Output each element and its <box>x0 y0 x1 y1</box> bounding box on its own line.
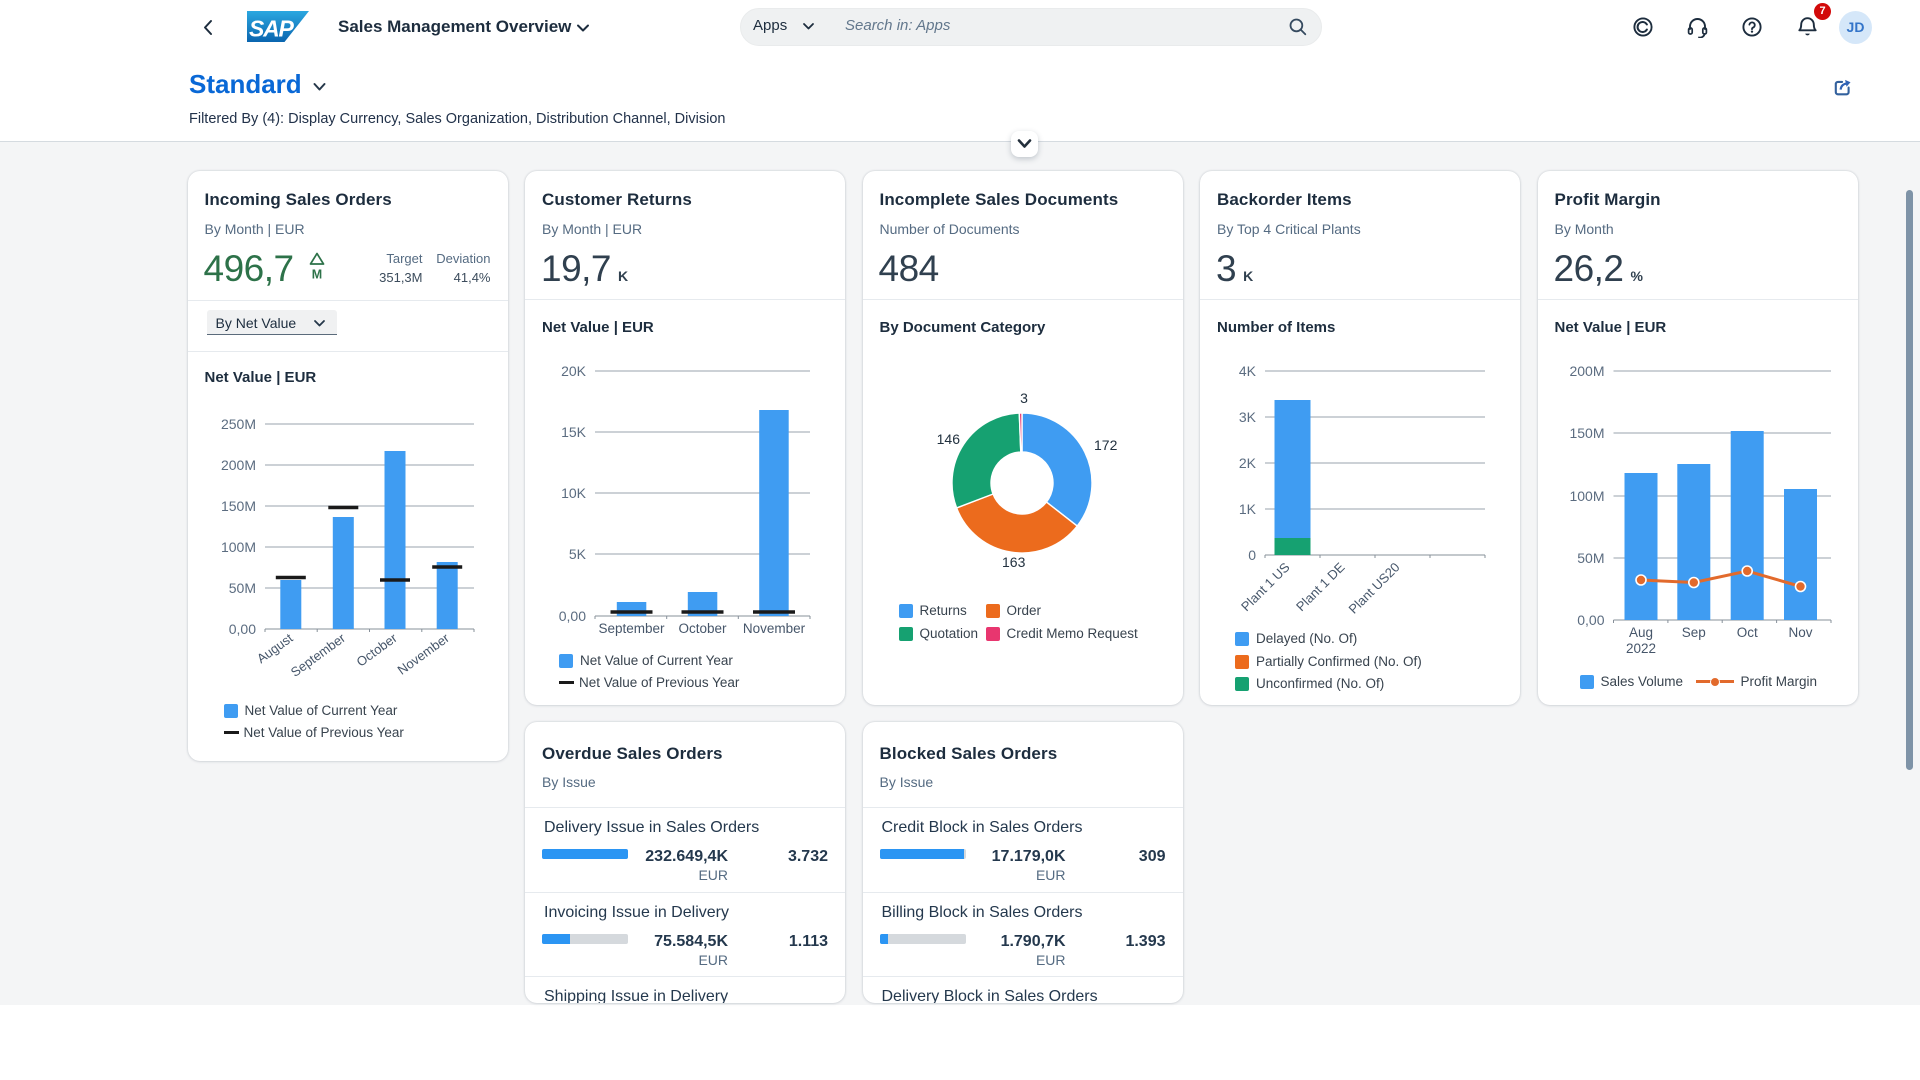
svg-text:Plant 1 US: Plant 1 US <box>1238 559 1293 614</box>
svg-text:Sep: Sep <box>1681 625 1705 640</box>
svg-text:146: 146 <box>936 431 960 447</box>
svg-text:15K: 15K <box>561 424 587 440</box>
svg-text:August: August <box>253 630 295 666</box>
svg-text:100M: 100M <box>1569 488 1604 504</box>
svg-text:163: 163 <box>1002 554 1026 570</box>
svg-text:250M: 250M <box>220 416 255 432</box>
svg-text:0,00: 0,00 <box>559 608 586 624</box>
svg-text:172: 172 <box>1094 437 1118 453</box>
svg-text:2022: 2022 <box>1625 641 1655 656</box>
svg-text:20K: 20K <box>561 363 587 379</box>
svg-text:3: 3 <box>1020 390 1028 406</box>
svg-text:0,00: 0,00 <box>1577 612 1604 628</box>
svg-text:Plant US20: Plant US20 <box>1346 560 1403 617</box>
svg-text:November: November <box>394 630 452 678</box>
svg-text:October: October <box>353 630 400 670</box>
svg-text:Oct: Oct <box>1736 625 1757 640</box>
svg-text:200M: 200M <box>220 457 255 473</box>
svg-text:Plant 1 DE: Plant 1 DE <box>1293 559 1348 614</box>
svg-text:0,00: 0,00 <box>228 621 255 637</box>
svg-text:50M: 50M <box>1577 550 1604 566</box>
svg-text:Nov: Nov <box>1788 625 1812 640</box>
svg-text:October: October <box>678 621 727 636</box>
svg-text:100M: 100M <box>220 539 255 555</box>
svg-text:50M: 50M <box>228 580 255 596</box>
svg-text:September: September <box>598 621 665 636</box>
svg-text:November: November <box>743 621 806 636</box>
svg-text:Aug: Aug <box>1628 625 1652 640</box>
svg-text:September: September <box>287 630 348 680</box>
svg-text:2K: 2K <box>1239 455 1257 471</box>
svg-text:150M: 150M <box>1569 425 1604 441</box>
svg-text:10K: 10K <box>561 485 587 501</box>
svg-text:0: 0 <box>1248 547 1256 563</box>
svg-text:200M: 200M <box>1569 363 1604 379</box>
svg-text:1K: 1K <box>1239 501 1257 517</box>
svg-text:150M: 150M <box>220 498 255 514</box>
svg-text:3K: 3K <box>1239 409 1257 425</box>
svg-text:5K: 5K <box>569 546 587 562</box>
svg-text:SAP: SAP <box>249 16 295 42</box>
svg-text:4K: 4K <box>1239 363 1257 379</box>
